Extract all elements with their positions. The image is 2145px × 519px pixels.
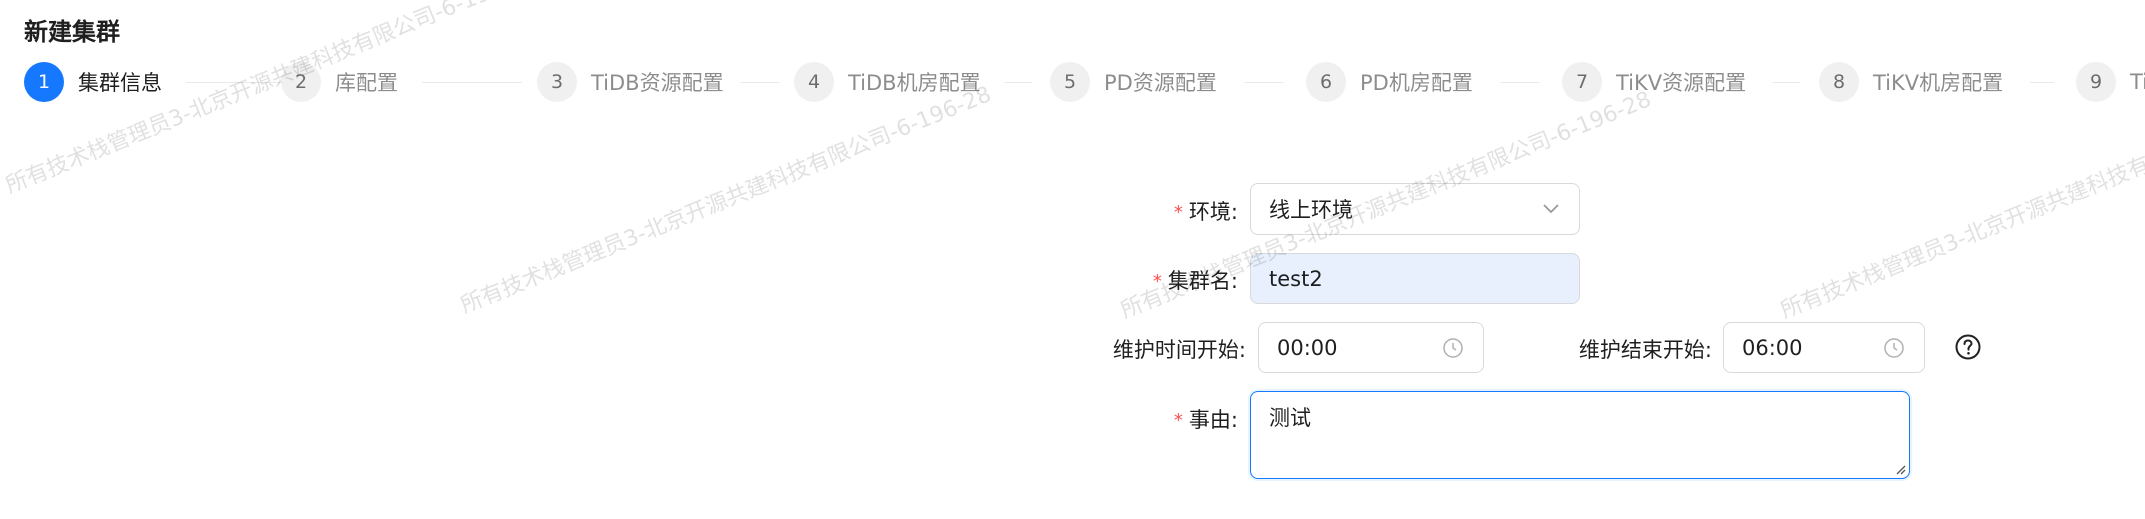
step-label: TiKV资源配置 [1616, 71, 1747, 95]
steps-bar: 1 集群信息 2 库配置 3 TiDB资源配置 4 TiDB机房配置 5 PD资… [24, 62, 2145, 102]
reason-textarea[interactable]: 测试 [1250, 391, 1910, 479]
step-number: 7 [1562, 62, 1602, 102]
step-connector [1244, 82, 1284, 83]
reason-label-text: 事由: [1188, 408, 1238, 432]
maint-end-picker[interactable]: 06:00 [1723, 322, 1925, 373]
required-mark: * [1173, 410, 1183, 431]
resize-handle-icon[interactable] [1894, 463, 1906, 475]
step-7[interactable]: 7 TiKV资源配置 [1562, 62, 1746, 102]
required-mark: * [1173, 202, 1183, 223]
env-select[interactable]: 线上环境 [1250, 183, 1580, 235]
step-1[interactable]: 1 集群信息 [24, 62, 162, 102]
page-title: 新建集群 [24, 18, 120, 46]
question-icon[interactable] [1954, 333, 1982, 361]
watermark: 所有技术栈管理员3-北京开源共建科技有限公司-6-196-28 [1777, 87, 2145, 324]
step-number: 8 [1819, 62, 1859, 102]
step-connector [1772, 82, 1800, 83]
step-number: 6 [1306, 62, 1346, 102]
step-connector [740, 82, 780, 83]
env-label: * 环境: [1174, 196, 1238, 226]
clock-icon [1441, 336, 1465, 360]
reason-label: * 事由: [1174, 404, 1238, 434]
watermark: 所有技术栈管理员3-北京开源共建科技有限公司-6-196-28 [457, 82, 995, 319]
cluster-name-label-text: 集群名: [1167, 269, 1238, 293]
step-number: 4 [794, 62, 834, 102]
step-connector [186, 82, 282, 83]
maint-end-value: 06:00 [1742, 335, 1803, 360]
cluster-name-label: * 集群名: [1153, 265, 1238, 295]
step-label: 集群信息 [78, 71, 162, 95]
step-8[interactable]: 8 TiKV机房配置 [1819, 62, 2003, 102]
cluster-name-value: test2 [1269, 266, 1323, 291]
chevron-down-icon [1541, 199, 1561, 219]
maint-start-value: 00:00 [1277, 335, 1338, 360]
step-5[interactable]: 5 PD资源配置 [1050, 62, 1217, 102]
step-6[interactable]: 6 PD机房配置 [1306, 62, 1473, 102]
step-connector [1500, 82, 1540, 83]
step-label: TiDB资源配置 [591, 71, 724, 95]
step-number: 5 [1050, 62, 1090, 102]
step-label: TiDB机房配置 [848, 71, 981, 95]
step-number: 2 [281, 62, 321, 102]
step-2[interactable]: 2 库配置 [281, 62, 398, 102]
step-4[interactable]: 4 TiDB机房配置 [794, 62, 981, 102]
step-label: 库配置 [335, 71, 398, 95]
env-select-value: 线上环境 [1269, 198, 1353, 222]
step-3[interactable]: 3 TiDB资源配置 [537, 62, 724, 102]
env-label-text: 环境: [1188, 200, 1238, 224]
step-9[interactable]: 9 Ti [2076, 62, 2145, 102]
reason-value: 测试 [1269, 406, 1311, 430]
step-connector [1004, 82, 1032, 83]
required-mark: * [1152, 271, 1162, 292]
step-number: 9 [2076, 62, 2116, 102]
step-connector [422, 82, 522, 83]
clock-icon [1882, 336, 1906, 360]
maint-start-label: 维护时间开始: [1112, 338, 1246, 362]
cluster-name-input[interactable]: test2 [1250, 253, 1580, 304]
step-label: Ti [2130, 70, 2145, 94]
step-label: PD资源配置 [1104, 71, 1217, 95]
step-number: 1 [24, 62, 64, 102]
step-number: 3 [537, 62, 577, 102]
maint-start-picker[interactable]: 00:00 [1258, 322, 1484, 373]
step-label: TiKV机房配置 [1873, 71, 2004, 95]
maint-end-label: 维护结束开始: [1578, 338, 1712, 362]
step-connector [2030, 82, 2054, 83]
step-label: PD机房配置 [1360, 71, 1473, 95]
